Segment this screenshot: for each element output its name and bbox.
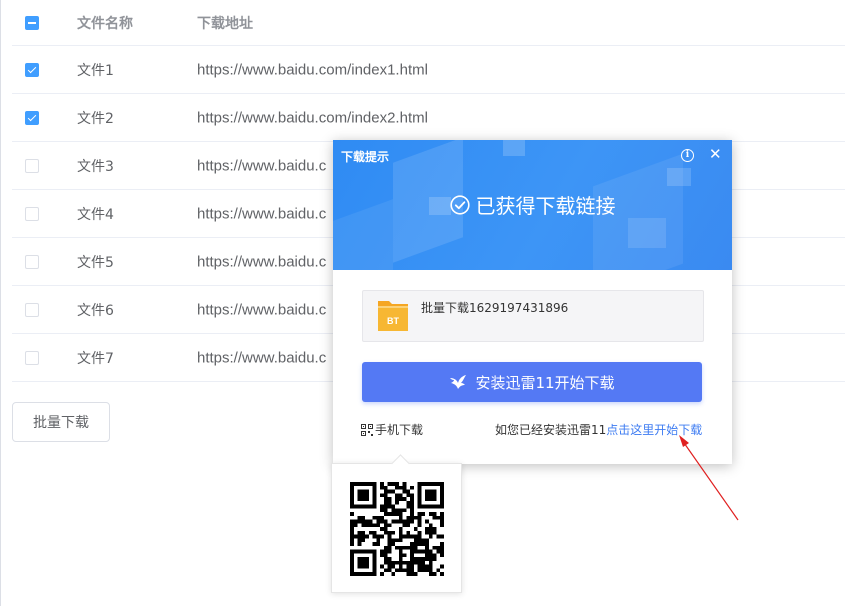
batch-download-button[interactable]: 批量下载 [12,402,110,442]
bt-folder-icon: BT [378,301,408,331]
row-checkbox[interactable] [25,254,39,269]
close-icon[interactable]: ✕ [709,145,722,163]
file-label: 批量下载1629197431896 [421,301,569,315]
header-download-url: 下载地址 [197,15,253,32]
mobile-download-link[interactable]: 手机下载 [361,421,423,438]
qr-code-icon [361,423,373,436]
installed-hint: 如您已经安装迅雷11点击这里开始下载 [495,421,702,438]
file-name: 文件7 [77,350,114,367]
file-name: 文件3 [77,158,114,175]
file-url: https://www.baidu.c [197,205,327,222]
table-header: 文件名称 下载地址 [12,0,845,46]
file-name: 文件2 [77,110,114,127]
header-decoration [503,140,525,156]
file-url: https://www.baidu.c [197,253,327,270]
file-name: 文件5 [77,254,114,271]
download-dialog: 下载提示 i ✕ 已获得下载链接 BT 批量下载1629197431896 安装… [333,140,732,464]
select-all-checkbox[interactable] [25,15,39,30]
file-url: https://www.baidu.c [197,157,327,174]
check-circle-icon [449,194,470,215]
mobile-download-label: 手机下载 [375,423,424,437]
table-row[interactable]: 文件2 https://www.baidu.com/index2.html [12,94,845,142]
dialog-header: 下载提示 i ✕ 已获得下载链接 [333,140,732,270]
file-name: 文件1 [77,62,114,79]
installed-hint-text: 如您已经安装迅雷11 [495,423,607,437]
row-checkbox[interactable] [25,350,39,365]
file-name: 文件6 [77,302,114,319]
header-decoration [628,218,666,248]
headline-text: 已获得下载链接 [475,194,616,218]
header-file-name: 文件名称 [77,15,133,32]
install-button-label: 安装迅雷11开始下载 [475,373,615,392]
qr-code-popover [331,463,462,593]
dialog-title: 下载提示 [341,150,390,164]
row-checkbox[interactable] [25,206,39,221]
xunlei-bird-icon [450,375,467,389]
row-checkbox[interactable] [25,110,39,125]
info-icon[interactable]: i [681,149,694,162]
file-url: https://www.baidu.com/index2.html [197,109,428,126]
header-decoration [667,168,691,186]
row-checkbox[interactable] [25,62,39,77]
svg-text:BT: BT [387,316,399,326]
row-checkbox[interactable] [25,158,39,173]
file-url: https://www.baidu.com/index1.html [197,61,428,78]
file-info-box: BT 批量下载1629197431896 [362,290,704,342]
start-download-link[interactable]: 点击这里开始下载 [606,423,702,437]
file-name: 文件4 [77,206,114,223]
table-row[interactable]: 文件1 https://www.baidu.com/index1.html [12,46,845,94]
install-xunlei-button[interactable]: 安装迅雷11开始下载 [362,362,702,402]
dialog-headline: 已获得下载链接 [333,190,732,219]
row-checkbox[interactable] [25,302,39,317]
qr-code-image [350,482,444,576]
file-url: https://www.baidu.c [197,349,327,366]
file-url: https://www.baidu.c [197,301,327,318]
page-left-border [0,0,1,606]
